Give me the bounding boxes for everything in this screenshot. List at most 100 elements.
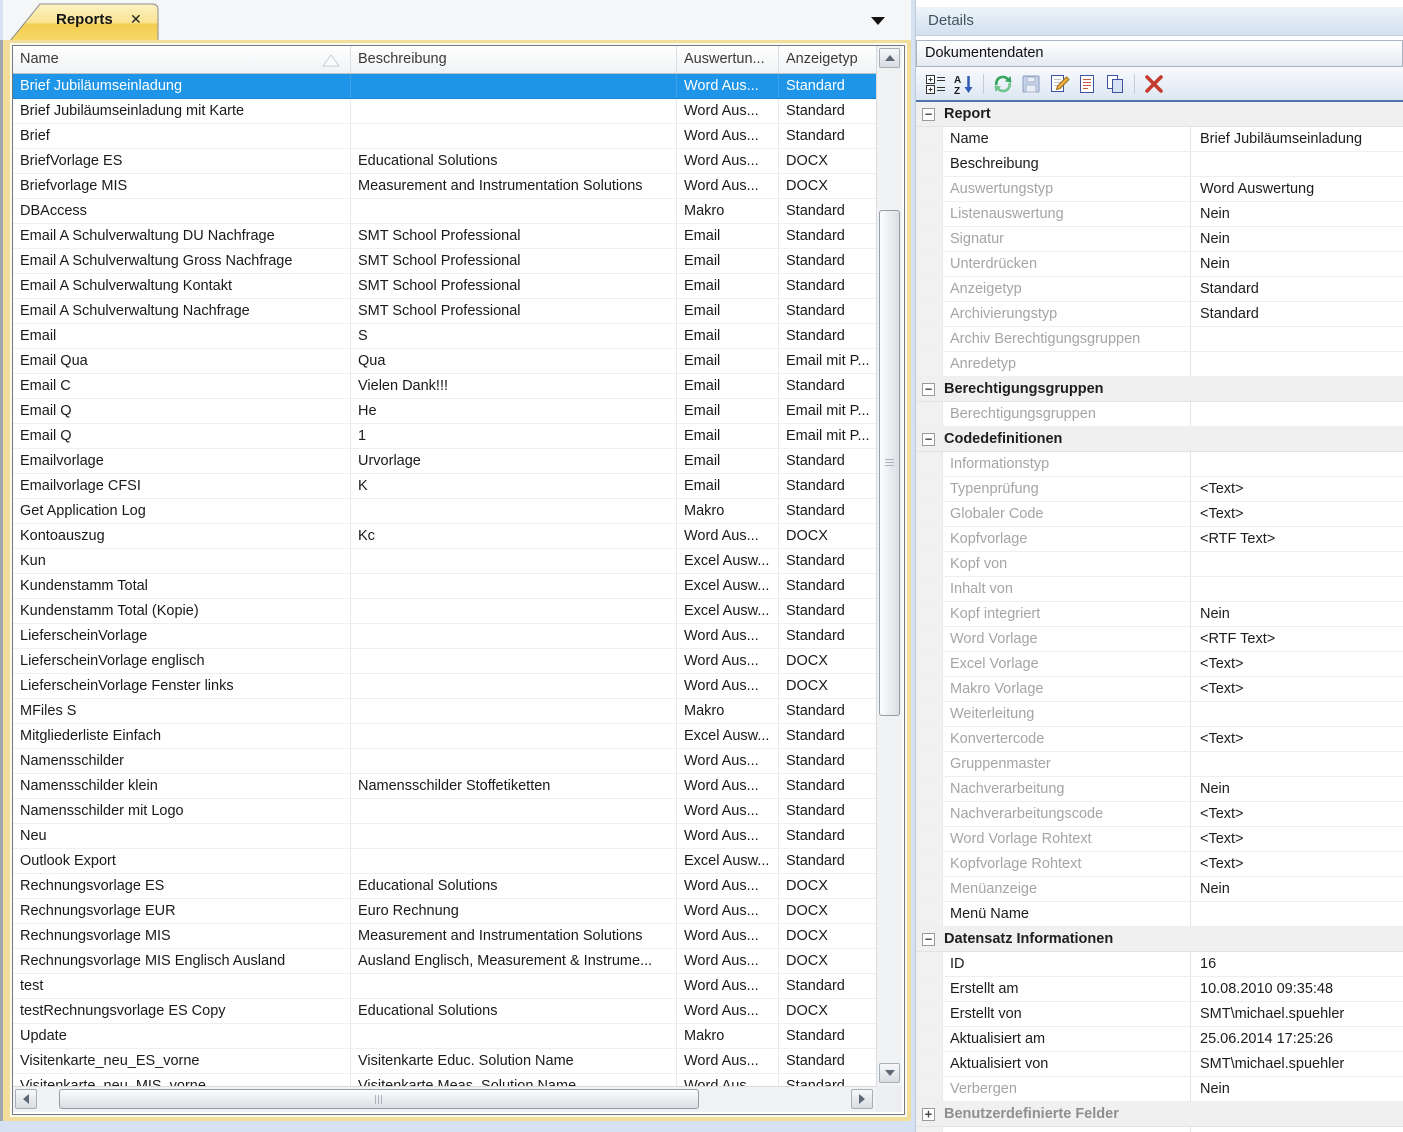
property-row[interactable]: Archiv Berechtigungsgruppen [916,327,1403,352]
property-row[interactable]: Kopfvorlage<RTF Text> [916,527,1403,552]
property-value[interactable] [1191,702,1403,726]
property-value[interactable]: Brief Jubiläumseinladung [1191,127,1403,151]
table-row[interactable]: Brief Jubiläumseinladung mit KarteWord A… [13,99,876,124]
property-value[interactable]: <Text> [1191,652,1403,676]
property-row[interactable]: SignaturNein [916,227,1403,252]
property-row[interactable]: Erstellt vonSMT\michael.spuehler [916,1002,1403,1027]
edit-button[interactable] [1045,71,1073,97]
property-row[interactable]: Gruppenmaster [916,752,1403,777]
dokumentendaten-header[interactable]: Dokumentendaten [916,40,1403,67]
property-value[interactable]: <RTF Text> [1191,627,1403,651]
property-row[interactable]: Beschreibung [916,152,1403,177]
table-row[interactable]: Email A Schulverwaltung DU NachfrageSMT … [13,224,876,249]
table-row[interactable]: UpdateMakroStandard [13,1024,876,1049]
categorized-view-button[interactable] [922,71,950,97]
scroll-left-button[interactable] [15,1089,37,1109]
table-row[interactable]: Briefvorlage MISMeasurement and Instrume… [13,174,876,199]
property-row[interactable]: Word Vorlage<RTF Text> [916,627,1403,652]
tab-close-icon[interactable]: ✕ [130,11,142,28]
property-value[interactable]: Nein [1191,202,1403,226]
table-row[interactable]: Email A Schulverwaltung NachfrageSMT Sch… [13,299,876,324]
property-value[interactable] [1191,752,1403,776]
table-row[interactable]: Kundenstamm Total (Kopie)Excel Ausw...St… [13,599,876,624]
table-row[interactable]: LieferscheinVorlageWord Aus...Standard [13,624,876,649]
table-row[interactable]: Namensschilder mit LogoWord Aus...Standa… [13,799,876,824]
property-value[interactable]: <RTF Text> [1191,527,1403,551]
refresh-button[interactable] [989,71,1017,97]
table-row[interactable]: LieferscheinVorlage englischWord Aus...D… [13,649,876,674]
property-row[interactable]: NameBrief Jubiläumseinladung [916,127,1403,152]
table-row[interactable]: KunExcel Ausw...Standard [13,549,876,574]
table-row[interactable]: Email A Schulverwaltung Gross NachfrageS… [13,249,876,274]
vertical-scrollbar-thumb[interactable] [879,210,900,716]
property-row[interactable]: Konvertercode<Text> [916,727,1403,752]
section-header[interactable]: −Datensatz Informationen [916,927,1403,952]
table-row[interactable]: EmailSEmailStandard [13,324,876,349]
table-row[interactable]: Email QHeEmailEmail mit P... [13,399,876,424]
property-row[interactable]: Kopf von [916,552,1403,577]
table-row[interactable]: Rechnungsvorlage EUREuro RechnungWord Au… [13,899,876,924]
table-row[interactable]: Visitenkarte_neu_ES_vorneVisitenkarte Ed… [13,1049,876,1074]
property-value[interactable]: <Text> [1191,802,1403,826]
property-value[interactable]: Nein [1191,777,1403,801]
table-row[interactable]: Mitgliederliste EinfachExcel Ausw...Stan… [13,724,876,749]
property-row[interactable]: VerbergenNein [916,1077,1403,1102]
property-row[interactable]: Erstellt am10.08.2010 09:35:48 [916,977,1403,1002]
property-row[interactable]: Typenprüfung<Text> [916,477,1403,502]
property-value[interactable]: Nein [1191,252,1403,276]
scroll-down-button[interactable] [879,1063,900,1083]
table-row[interactable]: Rechnungsvorlage ESEducational Solutions… [13,874,876,899]
property-value[interactable]: Standard [1191,277,1403,301]
collapse-icon[interactable]: − [922,108,935,121]
property-row[interactable]: NachverarbeitungNein [916,777,1403,802]
property-value[interactable] [1191,552,1403,576]
table-row[interactable]: LieferscheinVorlage Fenster linksWord Au… [13,674,876,699]
section-header[interactable]: −Berechtigungsgruppen [916,377,1403,402]
table-row[interactable]: Rechnungsvorlage MIS Englisch AuslandAus… [13,949,876,974]
table-row[interactable]: Visitenkarte_neu_MIS_vorneVisitenkarte M… [13,1074,876,1086]
property-value[interactable]: <Text> [1191,852,1403,876]
collapse-icon[interactable]: − [922,933,935,946]
property-row[interactable]: Makro Vorlage<Text> [916,677,1403,702]
property-value[interactable]: 10.08.2010 09:35:48 [1191,977,1403,1001]
property-value[interactable]: Nein [1191,1077,1403,1101]
table-row[interactable]: Brief JubiläumseinladungWord Aus...Stand… [13,74,876,99]
table-row[interactable]: Kundenstamm TotalExcel Ausw...Standard [13,574,876,599]
property-row[interactable]: Berechtigungsgruppen [916,402,1403,427]
property-value[interactable] [1191,902,1403,926]
section-header[interactable]: +Benutzerdefinierte Felder [916,1102,1403,1127]
section-header[interactable]: −Codedefinitionen [916,427,1403,452]
table-row[interactable]: BriefWord Aus...Standard [13,124,876,149]
table-row[interactable]: Email QuaQuaEmailEmail mit P... [13,349,876,374]
property-row[interactable]: Kopf integriertNein [916,602,1403,627]
property-value[interactable] [1191,402,1403,426]
section-header[interactable]: −Report [916,102,1403,127]
table-row[interactable]: Emailvorlage CFSIKEmailStandard [13,474,876,499]
table-row[interactable]: testWord Aus...Standard [13,974,876,999]
property-row[interactable]: Kopfvorlage Rohtext<Text> [916,852,1403,877]
delete-button[interactable] [1140,71,1168,97]
property-value[interactable] [1191,577,1403,601]
collapse-icon[interactable]: − [922,433,935,446]
vertical-scrollbar[interactable] [876,46,902,1086]
table-row[interactable]: EmailvorlageUrvorlageEmailStandard [13,449,876,474]
property-value[interactable] [1191,352,1403,376]
property-value[interactable]: Nein [1191,877,1403,901]
property-row[interactable]: ListenauswertungNein [916,202,1403,227]
tab-list-dropdown-icon[interactable] [871,17,885,25]
column-header-beschreibung[interactable]: Beschreibung [351,46,677,73]
property-value[interactable]: Word Auswertung [1191,177,1403,201]
property-row[interactable]: AnzeigetypStandard [916,277,1403,302]
property-value[interactable]: <Text> [1191,827,1403,851]
table-row[interactable]: NamensschilderWord Aus...Standard [13,749,876,774]
table-row[interactable]: BriefVorlage ESEducational SolutionsWord… [13,149,876,174]
property-row[interactable]: UnterdrückenNein [916,252,1403,277]
tab-reports[interactable]: Reports ✕ [8,3,160,41]
property-row[interactable]: Globaler Code<Text> [916,502,1403,527]
property-row[interactable]: Aktualisiert am25.06.2014 17:25:26 [916,1027,1403,1052]
property-row[interactable]: Excel Vorlage<Text> [916,652,1403,677]
document-button[interactable] [1073,71,1101,97]
column-header-name[interactable]: Name [13,46,351,73]
property-row[interactable]: Anredetyp [916,352,1403,377]
property-row[interactable]: Nachverarbeitungscode<Text> [916,802,1403,827]
